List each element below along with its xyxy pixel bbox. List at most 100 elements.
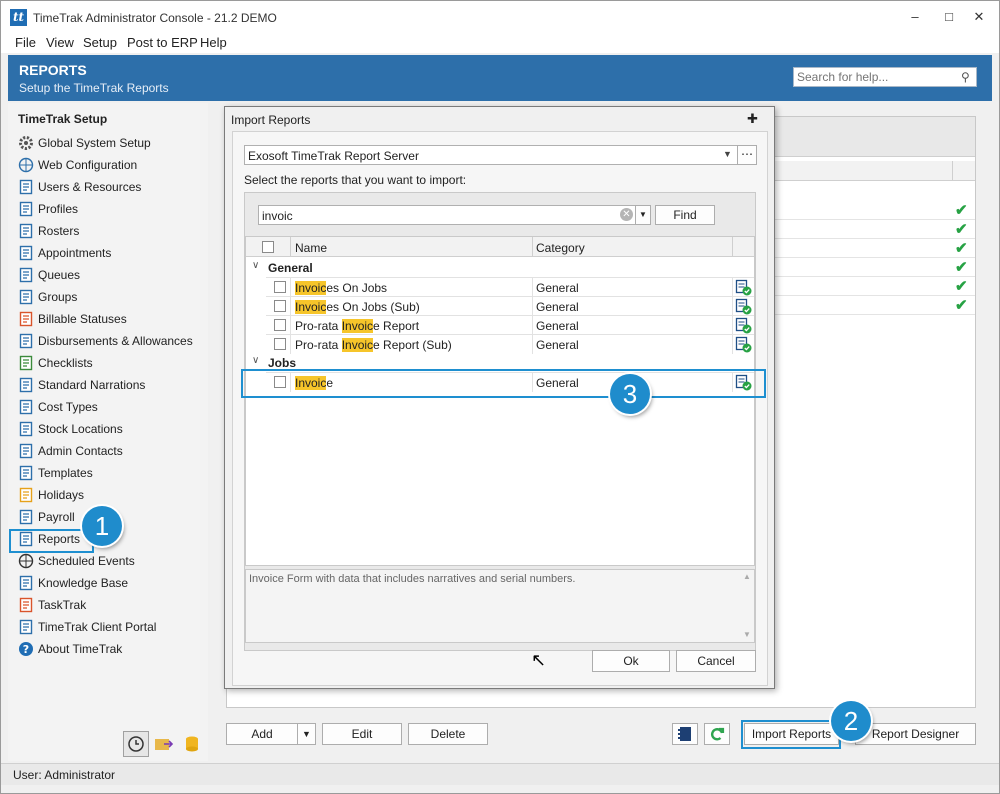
- folder-export-icon[interactable]: [154, 735, 174, 756]
- menu-help[interactable]: Help: [200, 35, 227, 50]
- app-logo: tt: [10, 9, 27, 26]
- report-source-select[interactable]: Exosoft TimeTrak Report Server ▼: [244, 145, 738, 165]
- close-button[interactable]: ✕: [967, 7, 991, 27]
- add-dropdown-button[interactable]: ▼: [297, 723, 316, 745]
- sidebar-item-knowledge-base[interactable]: Knowledge Base: [18, 573, 198, 593]
- cell-divider: [732, 278, 733, 297]
- payroll-icon: [18, 509, 34, 525]
- dialog-body: Exosoft TimeTrak Report Server ▼ ⋯ Selec…: [232, 131, 768, 686]
- report-search-value[interactable]: invoic: [262, 209, 293, 223]
- report-row[interactable]: Pro-rata Invoice Report (Sub) General: [266, 334, 754, 354]
- sidebar-item-disbursements-allowances[interactable]: Disbursements & Allowances: [18, 331, 198, 351]
- sidebar-item-stock-locations[interactable]: Stock Locations: [18, 419, 198, 439]
- sidebar-item-billable-statuses[interactable]: Billable Statuses: [18, 309, 198, 329]
- cell-divider: [290, 278, 291, 297]
- database-icon[interactable]: [184, 735, 200, 756]
- profile-icon: [18, 201, 34, 217]
- report-category: General: [536, 300, 579, 314]
- sidebar-item-admin-contacts[interactable]: Admin Contacts: [18, 441, 198, 461]
- sidebar-item-label: Templates: [38, 466, 93, 480]
- report-row[interactable]: Invoices On Jobs General: [266, 277, 754, 297]
- page-header: REPORTS Setup the TimeTrak Reports ⚲: [8, 55, 992, 101]
- sidebar-item-standard-narrations[interactable]: Standard Narrations: [18, 375, 198, 395]
- sidebar-item-rosters[interactable]: Rosters: [18, 221, 198, 241]
- sidebar-item-global-system-setup[interactable]: Global System Setup: [18, 133, 198, 153]
- sidebar-item-profiles[interactable]: Profiles: [18, 199, 198, 219]
- report-row[interactable]: Invoices On Jobs (Sub) General: [266, 296, 754, 316]
- sidebar-item-groups[interactable]: Groups: [18, 287, 198, 307]
- search-icon[interactable]: ⚲: [961, 70, 970, 84]
- sidebar-item-timetrak-client-portal[interactable]: TimeTrak Client Portal: [18, 617, 198, 637]
- checkmark-icon: ✔: [955, 259, 968, 276]
- report-designer-button[interactable]: Report Designer: [855, 723, 976, 745]
- add-button[interactable]: Add: [226, 723, 298, 745]
- row-checkbox[interactable]: [274, 300, 286, 312]
- report-search-field: invoic ✕: [258, 205, 636, 225]
- ledger-icon: [18, 333, 34, 349]
- collapse-chevron-icon[interactable]: ∨: [252, 260, 259, 271]
- scroll-down-icon[interactable]: ▼: [743, 630, 751, 639]
- clear-search-icon[interactable]: ✕: [620, 208, 633, 221]
- column-divider: [952, 161, 953, 181]
- menu-setup[interactable]: Setup: [83, 35, 117, 50]
- sidebar-item-cost-types[interactable]: Cost Types: [18, 397, 198, 417]
- sidebar-item-label: Stock Locations: [38, 422, 123, 436]
- report-row[interactable]: Pro-rata Invoice Report General: [266, 315, 754, 335]
- cancel-button[interactable]: Cancel: [676, 650, 756, 672]
- checkmark-icon: ✔: [955, 221, 968, 238]
- sidebar-item-checklists[interactable]: Checklists: [18, 353, 198, 373]
- menu-view[interactable]: View: [46, 35, 74, 50]
- sidebar-item-holidays[interactable]: Holidays: [18, 485, 198, 505]
- sidebar-item-queues[interactable]: Queues: [18, 265, 198, 285]
- sidebar-item-label: Groups: [38, 290, 78, 304]
- sidebar-item-web-configuration[interactable]: Web Configuration: [18, 155, 198, 175]
- cost-icon: [18, 399, 34, 415]
- report-selection-panel: invoic ✕ ▼ Find Name Category ∨ General In…: [244, 192, 756, 651]
- sidebar-item-scheduled-events[interactable]: Scheduled Events: [18, 551, 198, 571]
- sidebar-item-templates[interactable]: Templates: [18, 463, 198, 483]
- edit-button[interactable]: Edit: [322, 723, 402, 745]
- column-category-header[interactable]: Category: [536, 241, 585, 255]
- ok-button[interactable]: Ok: [592, 650, 670, 672]
- report-name: Pro-rata Invoice Report (Sub): [295, 338, 452, 352]
- scroll-up-icon[interactable]: ▲: [743, 572, 751, 581]
- help-search-input[interactable]: [794, 68, 954, 86]
- dialog-close-button[interactable]: ✚: [747, 111, 758, 127]
- group-label: Jobs: [268, 356, 297, 370]
- report-category: General: [536, 319, 579, 333]
- sidebar-item-appointments[interactable]: Appointments: [18, 243, 198, 263]
- page-title: REPORTS: [19, 62, 87, 78]
- find-button[interactable]: Find: [655, 205, 715, 225]
- select-all-checkbox[interactable]: [262, 241, 274, 253]
- clock-icon: [18, 553, 34, 569]
- sidebar-item-users-resources[interactable]: Users & Resources: [18, 177, 198, 197]
- page-subtitle: Setup the TimeTrak Reports: [19, 81, 169, 95]
- collapse-chevron-icon[interactable]: ∨: [252, 355, 259, 366]
- group-row[interactable]: ∨ General: [246, 258, 754, 277]
- refresh-button[interactable]: [704, 723, 730, 745]
- minimize-button[interactable]: –: [903, 7, 927, 27]
- source-browse-button[interactable]: ⋯: [737, 145, 757, 165]
- sidebar-item-tasktrak[interactable]: TaskTrak: [18, 595, 198, 615]
- group-label: General: [268, 261, 313, 275]
- book-icon: [18, 575, 34, 591]
- column-name-header[interactable]: Name: [295, 241, 327, 255]
- chevron-down-icon[interactable]: ▼: [723, 149, 732, 159]
- row-checkbox[interactable]: [274, 281, 286, 293]
- callout-2: 2: [831, 701, 871, 741]
- restore-button[interactable]: □: [937, 7, 961, 27]
- clock-view-button[interactable]: [123, 731, 149, 757]
- menu-post-to-erp[interactable]: Post to ERP: [127, 35, 198, 50]
- clock-icon: [128, 736, 144, 752]
- report-category: General: [536, 338, 579, 352]
- search-history-button[interactable]: ▼: [635, 205, 651, 225]
- row-checkbox[interactable]: [274, 338, 286, 350]
- row-checkbox[interactable]: [274, 319, 286, 331]
- help-icon: ?: [18, 641, 34, 657]
- sidebar-item-about-timetrak[interactable]: ? About TimeTrak: [18, 639, 198, 659]
- delete-button[interactable]: Delete: [408, 723, 488, 745]
- cell-divider: [732, 297, 733, 316]
- sidebar: TimeTrak Setup Global System Setup Web Co…: [8, 103, 208, 761]
- menu-file[interactable]: File: [15, 35, 36, 50]
- notebook-button[interactable]: [672, 723, 698, 745]
